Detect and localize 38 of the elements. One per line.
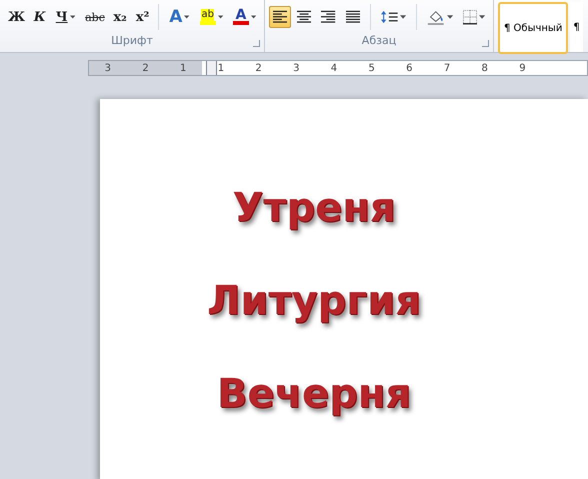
heading-text: Литургия [207,278,421,325]
align-left-button[interactable] [269,6,292,28]
toolbar-button[interactable]: Ч [52,6,80,28]
group-label: Шрифт [110,34,154,47]
toolbar-button[interactable]: abc [81,6,108,28]
heading-text: Утреня [232,185,396,232]
heading-text: Вечерня [216,371,412,418]
ruler-number: 9 [519,62,526,74]
toolbar-button[interactable]: A [165,6,194,28]
dialog-launcher-icon[interactable] [482,40,489,47]
group-label: Абзац [360,34,398,47]
dialog-launcher-icon[interactable] [253,40,260,47]
ruler-number: 6 [406,62,413,74]
style-item[interactable]: ¶ [570,2,583,52]
toolbar-button[interactable]: Ж [4,6,28,28]
paint-bucket-icon [427,8,445,26]
toolbar-button[interactable]: К [30,6,50,28]
align-right-icon [321,10,336,24]
align-left-icon [273,10,288,24]
line-spacing-icon [380,9,398,25]
toolbar-button[interactable]: A [228,6,260,28]
ruler-number: 2 [142,62,149,74]
justify-icon [346,10,360,24]
ruler-number: 3 [104,62,112,74]
ruler-number: 1 [180,62,186,74]
ruler-number: 7 [444,62,450,74]
ruler-number: 4 [330,62,338,74]
ruler-number: 1 [218,62,224,74]
ruler-number: 2 [255,62,262,74]
align-center-icon [297,10,312,24]
borders-icon [462,9,477,25]
ruler-number: 5 [368,62,375,74]
toolbar-button[interactable]: x₂ [109,6,130,28]
ruler-number: 3 [293,62,300,74]
ruler-number: 8 [482,62,488,74]
style-item[interactable]: ¶ Обычный [498,2,568,54]
toolbar-button[interactable]: x² [132,6,152,28]
toolbar-button[interactable]: ab [196,6,227,28]
